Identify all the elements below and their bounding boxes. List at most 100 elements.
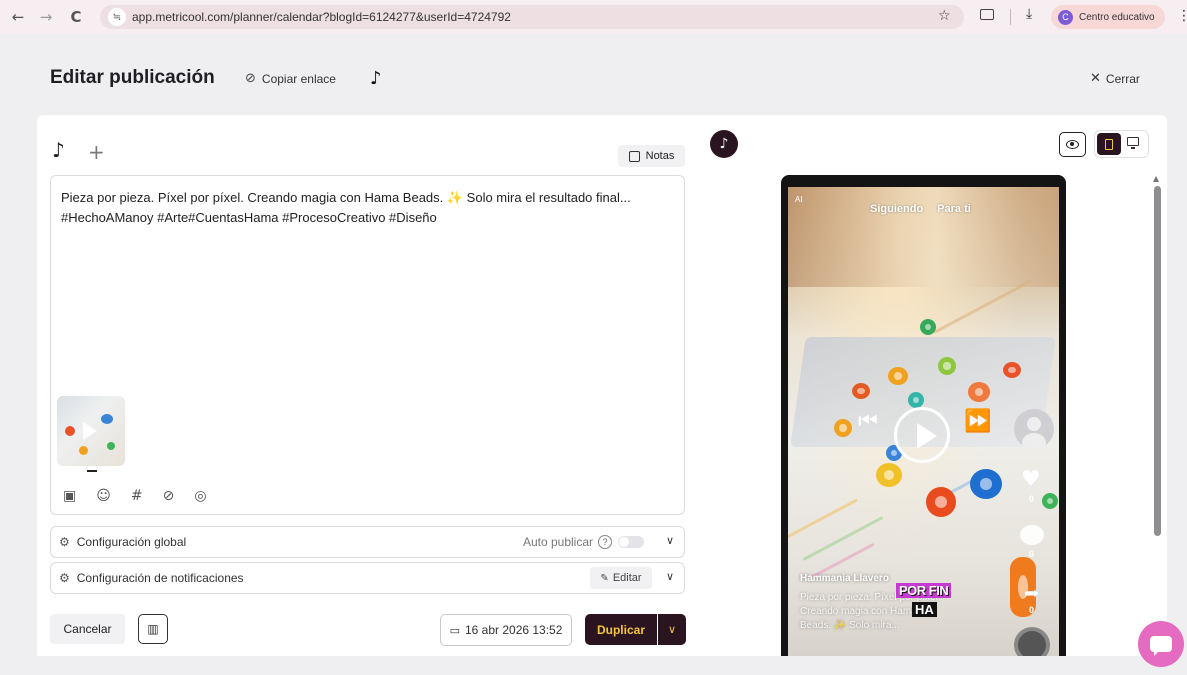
bead <box>1042 493 1058 509</box>
post-editor[interactable]: Pieza por pieza. Píxel por píxel. Creand… <box>50 175 685 515</box>
post-text-hashtags: #HechoAManoy #Arte#CuentasHama #ProcesoC… <box>61 210 437 225</box>
tiktok-network-icon[interactable]: ♪ <box>52 138 65 162</box>
close-icon: ✕ <box>1090 71 1101 86</box>
bead <box>852 383 870 399</box>
device-toggle <box>1094 130 1149 158</box>
edit-label: Editar <box>612 572 642 584</box>
thumbnail-indicator <box>87 470 97 472</box>
tiktok-icon: ♪ <box>370 68 382 89</box>
bead <box>834 419 852 437</box>
scroll-up-icon[interactable]: ▲ <box>1153 174 1159 183</box>
bead <box>888 367 908 385</box>
editor-toolbar: ▣ ☺ # ⊘ ◎ <box>63 488 207 504</box>
cast-icon[interactable] <box>980 9 994 20</box>
comments-count: 0 <box>1029 549 1035 559</box>
overlay-text-line-1: POR FIN <box>896 583 952 598</box>
phone-preview: AI Siguiendo Para ti ⏮ ⏩ ♥ 0 0 ➦ 0 Hamman… <box>781 175 1066 656</box>
edit-icon: ✎ <box>600 572 609 584</box>
mobile-icon[interactable] <box>1097 133 1121 155</box>
media-gallery-icon[interactable]: ▣ <box>63 488 76 504</box>
duplicate-button[interactable]: Duplicar <box>585 614 657 645</box>
toolbar-divider <box>1010 9 1011 25</box>
bead <box>876 463 902 487</box>
back-icon[interactable]: ← <box>4 3 32 31</box>
comment-icon[interactable] <box>1020 525 1044 545</box>
link-icon[interactable]: ⊘ <box>163 488 175 504</box>
chat-icon <box>1150 636 1172 656</box>
cancel-button[interactable]: Cancelar <box>50 614 125 644</box>
post-text-line-1: Pieza por pieza. Píxel por píxel. Creand… <box>61 190 631 205</box>
play-icon <box>83 422 97 440</box>
profile-name: Centro educativo <box>1079 11 1155 23</box>
edit-button[interactable]: ✎ Editar <box>590 567 652 589</box>
heart-icon[interactable]: ♥ <box>1021 467 1041 492</box>
previous-icon[interactable]: ⏮ <box>858 409 878 434</box>
schedule-date-button[interactable]: ▭ 16 abr 2026 13:52 <box>440 614 572 646</box>
eye-icon <box>1066 140 1079 149</box>
reload-icon[interactable]: C <box>62 3 90 31</box>
next-icon[interactable]: ⏩ <box>964 409 991 434</box>
bead <box>970 469 1002 499</box>
close-label: Cerrar <box>1105 71 1140 86</box>
bead <box>908 392 924 408</box>
post-text[interactable]: Pieza por pieza. Píxel por píxel. Creand… <box>61 188 671 228</box>
calendar-icon: ▭ <box>449 623 460 637</box>
thumb-bead <box>101 414 113 424</box>
page-title: Editar publicación <box>50 67 215 88</box>
global-config-row[interactable]: ⚙ Configuración global Auto publicar ? ∨ <box>50 526 685 558</box>
support-chat-button[interactable] <box>1138 621 1184 667</box>
site-info-icon[interactable]: ≒ <box>108 8 126 26</box>
chevron-down-icon[interactable]: ∨ <box>666 570 674 583</box>
ai-assistant-icon[interactable]: ◎ <box>194 488 206 504</box>
creator-avatar[interactable] <box>1014 409 1054 449</box>
note-icon <box>628 150 640 162</box>
notification-config-row[interactable]: ⚙ Configuración de notificaciones ✎ Edit… <box>50 562 685 594</box>
bookmark-star-icon[interactable]: ☆ <box>938 8 951 24</box>
global-config-label: Configuración global <box>76 535 187 549</box>
thumb-bead <box>107 442 115 450</box>
share-icon[interactable]: ➦ <box>1024 583 1039 604</box>
crayon-streak <box>788 498 859 539</box>
bead <box>926 487 956 517</box>
notes-label: Notas <box>645 150 675 162</box>
url-text: app.metricool.com/planner/calendar?blogI… <box>132 10 511 24</box>
profile-button[interactable]: C Centro educativo <box>1051 5 1165 29</box>
tab-for-you[interactable]: Para ti <box>937 203 971 215</box>
download-icon[interactable]: ⤓ <box>1026 6 1032 22</box>
thumb-bead <box>65 426 75 436</box>
forward-icon[interactable]: → <box>32 3 60 31</box>
gear-icon: ⚙ <box>59 535 70 549</box>
background-shelf <box>788 187 1059 287</box>
auto-publish-label: Auto publicar <box>522 535 593 549</box>
delete-button[interactable]: ▥ <box>138 614 168 644</box>
duplicate-options-button[interactable]: ∨ <box>658 614 686 645</box>
trash-icon: ▥ <box>147 622 159 636</box>
copy-link-label: Copiar enlace <box>261 71 336 86</box>
preview-visibility-button[interactable] <box>1059 132 1086 157</box>
auto-publish: Auto publicar ? <box>523 535 644 549</box>
crayon-streak <box>933 279 1033 334</box>
auto-publish-toggle[interactable] <box>618 536 644 548</box>
add-network-icon[interactable]: + <box>88 140 105 164</box>
emoji-icon[interactable]: ☺ <box>96 488 111 504</box>
creator-username: Hammania Llavero <box>800 573 889 584</box>
close-button[interactable]: ✕ Cerrar <box>1090 71 1140 86</box>
chevron-down-icon: ∨ <box>667 623 677 636</box>
likes-count: 0 <box>1029 494 1035 504</box>
schedule-date: 16 abr 2026 13:52 <box>464 623 563 637</box>
hashtag-icon[interactable]: # <box>131 488 143 504</box>
notes-button[interactable]: Notas <box>618 145 685 167</box>
help-icon[interactable]: ? <box>598 535 612 549</box>
scrollbar-thumb[interactable] <box>1154 186 1161 536</box>
bead <box>938 357 956 375</box>
play-button[interactable] <box>894 407 950 463</box>
media-thumbnail[interactable] <box>57 396 125 466</box>
address-bar[interactable]: ≒ app.metricool.com/planner/calendar?blo… <box>100 5 964 29</box>
desktop-icon[interactable] <box>1127 137 1139 149</box>
copy-link-button[interactable]: ⊘ Copiar enlace <box>245 71 336 86</box>
browser-menu-icon[interactable]: ⋮ <box>1177 8 1187 24</box>
ai-badge: AI <box>795 195 803 204</box>
tiktok-preview-icon: ♪ <box>710 130 738 158</box>
chevron-down-icon[interactable]: ∨ <box>666 534 674 547</box>
tab-following[interactable]: Siguiendo <box>870 203 923 215</box>
